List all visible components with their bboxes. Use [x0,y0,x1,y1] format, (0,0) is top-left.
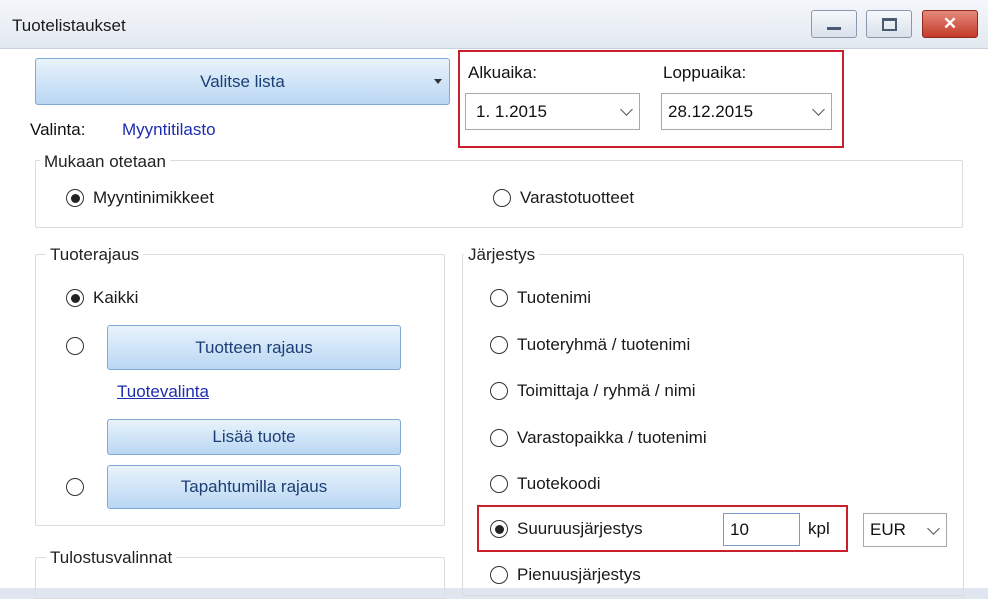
chevron-down-icon [927,522,940,535]
print-options-legend: Tulostusvalinnat [46,548,177,568]
add-product-button-label: Lisää tuote [212,427,296,446]
minimize-button[interactable] [811,10,857,38]
select-list-button[interactable]: Valitse lista [35,58,450,105]
currency-select[interactable]: EUR [863,513,947,547]
order-largest-label: Suuruusjärjestys [517,519,643,538]
product-filter-button-label: Tuotteen rajaus [195,337,313,357]
order-group-name-radio[interactable] [490,336,508,354]
end-date-label: Loppuaika: [663,63,747,82]
count-input[interactable]: 10 [723,513,800,546]
include-stock-label: Varastotuotteet [520,188,635,207]
product-selection-link[interactable]: Tuotevalinta [117,382,209,402]
product-filter-button[interactable]: Tuotteen rajaus [107,325,401,370]
maximize-button[interactable] [866,10,912,38]
start-date-label: Alkuaika: [468,63,537,82]
count-unit: kpl [808,519,830,538]
order-name-label: Tuotenimi [517,288,592,307]
end-date-value: 28.12.2015 [668,101,754,121]
selection-label: Valinta: [30,120,86,139]
order-group-name-label: Tuoteryhmä / tuotenimi [517,335,691,354]
chevron-down-icon [812,103,825,116]
minimize-icon [827,26,841,30]
product-filter-legend: Tuoterajaus [46,245,144,265]
order-location-label: Varastopaikka / tuotenimi [517,428,707,447]
add-product-button[interactable]: Lisää tuote [107,419,401,455]
order-code-radio[interactable] [490,475,508,493]
filter-product-radio[interactable] [66,337,84,355]
event-filter-button[interactable]: Tapahtumilla rajaus [107,465,401,509]
event-filter-button-label: Tapahtumilla rajaus [180,477,328,496]
include-sales-radio[interactable] [66,189,84,207]
count-value: 10 [730,519,749,539]
order-largest-radio[interactable] [490,520,508,538]
start-date-value: 1. 1.2015 [476,101,547,121]
include-stock-radio[interactable] [493,189,511,207]
select-list-label: Valitse lista [200,71,285,91]
order-name-radio[interactable] [490,289,508,307]
include-legend: Mukaan otetaan [40,152,170,172]
order-code-label: Tuotekoodi [517,474,601,493]
include-sales-label: Myyntinimikkeet [93,188,214,207]
order-supplier-radio[interactable] [490,382,508,400]
order-smallest-radio[interactable] [490,566,508,584]
close-icon: ✕ [942,14,958,33]
order-location-radio[interactable] [490,429,508,447]
window-title: Tuotelistaukset [12,16,126,35]
maximize-icon [881,17,897,31]
currency-value: EUR [870,520,906,539]
chevron-down-icon [620,103,633,116]
order-supplier-label: Toimittaja / ryhmä / nimi [517,381,696,400]
filter-all-radio[interactable] [66,289,84,307]
selection-value: Myyntitilasto [122,120,216,139]
start-date-picker[interactable]: 1. 1.2015 [465,93,640,130]
order-smallest-label: Pienuusjärjestys [517,565,641,584]
order-legend: Järjestys [464,245,540,265]
end-date-picker[interactable]: 28.12.2015 [661,93,832,130]
dropdown-arrow-icon [434,79,442,84]
filter-all-label: Kaikki [93,288,139,307]
close-button[interactable]: ✕ [922,10,978,38]
filter-events-radio[interactable] [66,478,84,496]
